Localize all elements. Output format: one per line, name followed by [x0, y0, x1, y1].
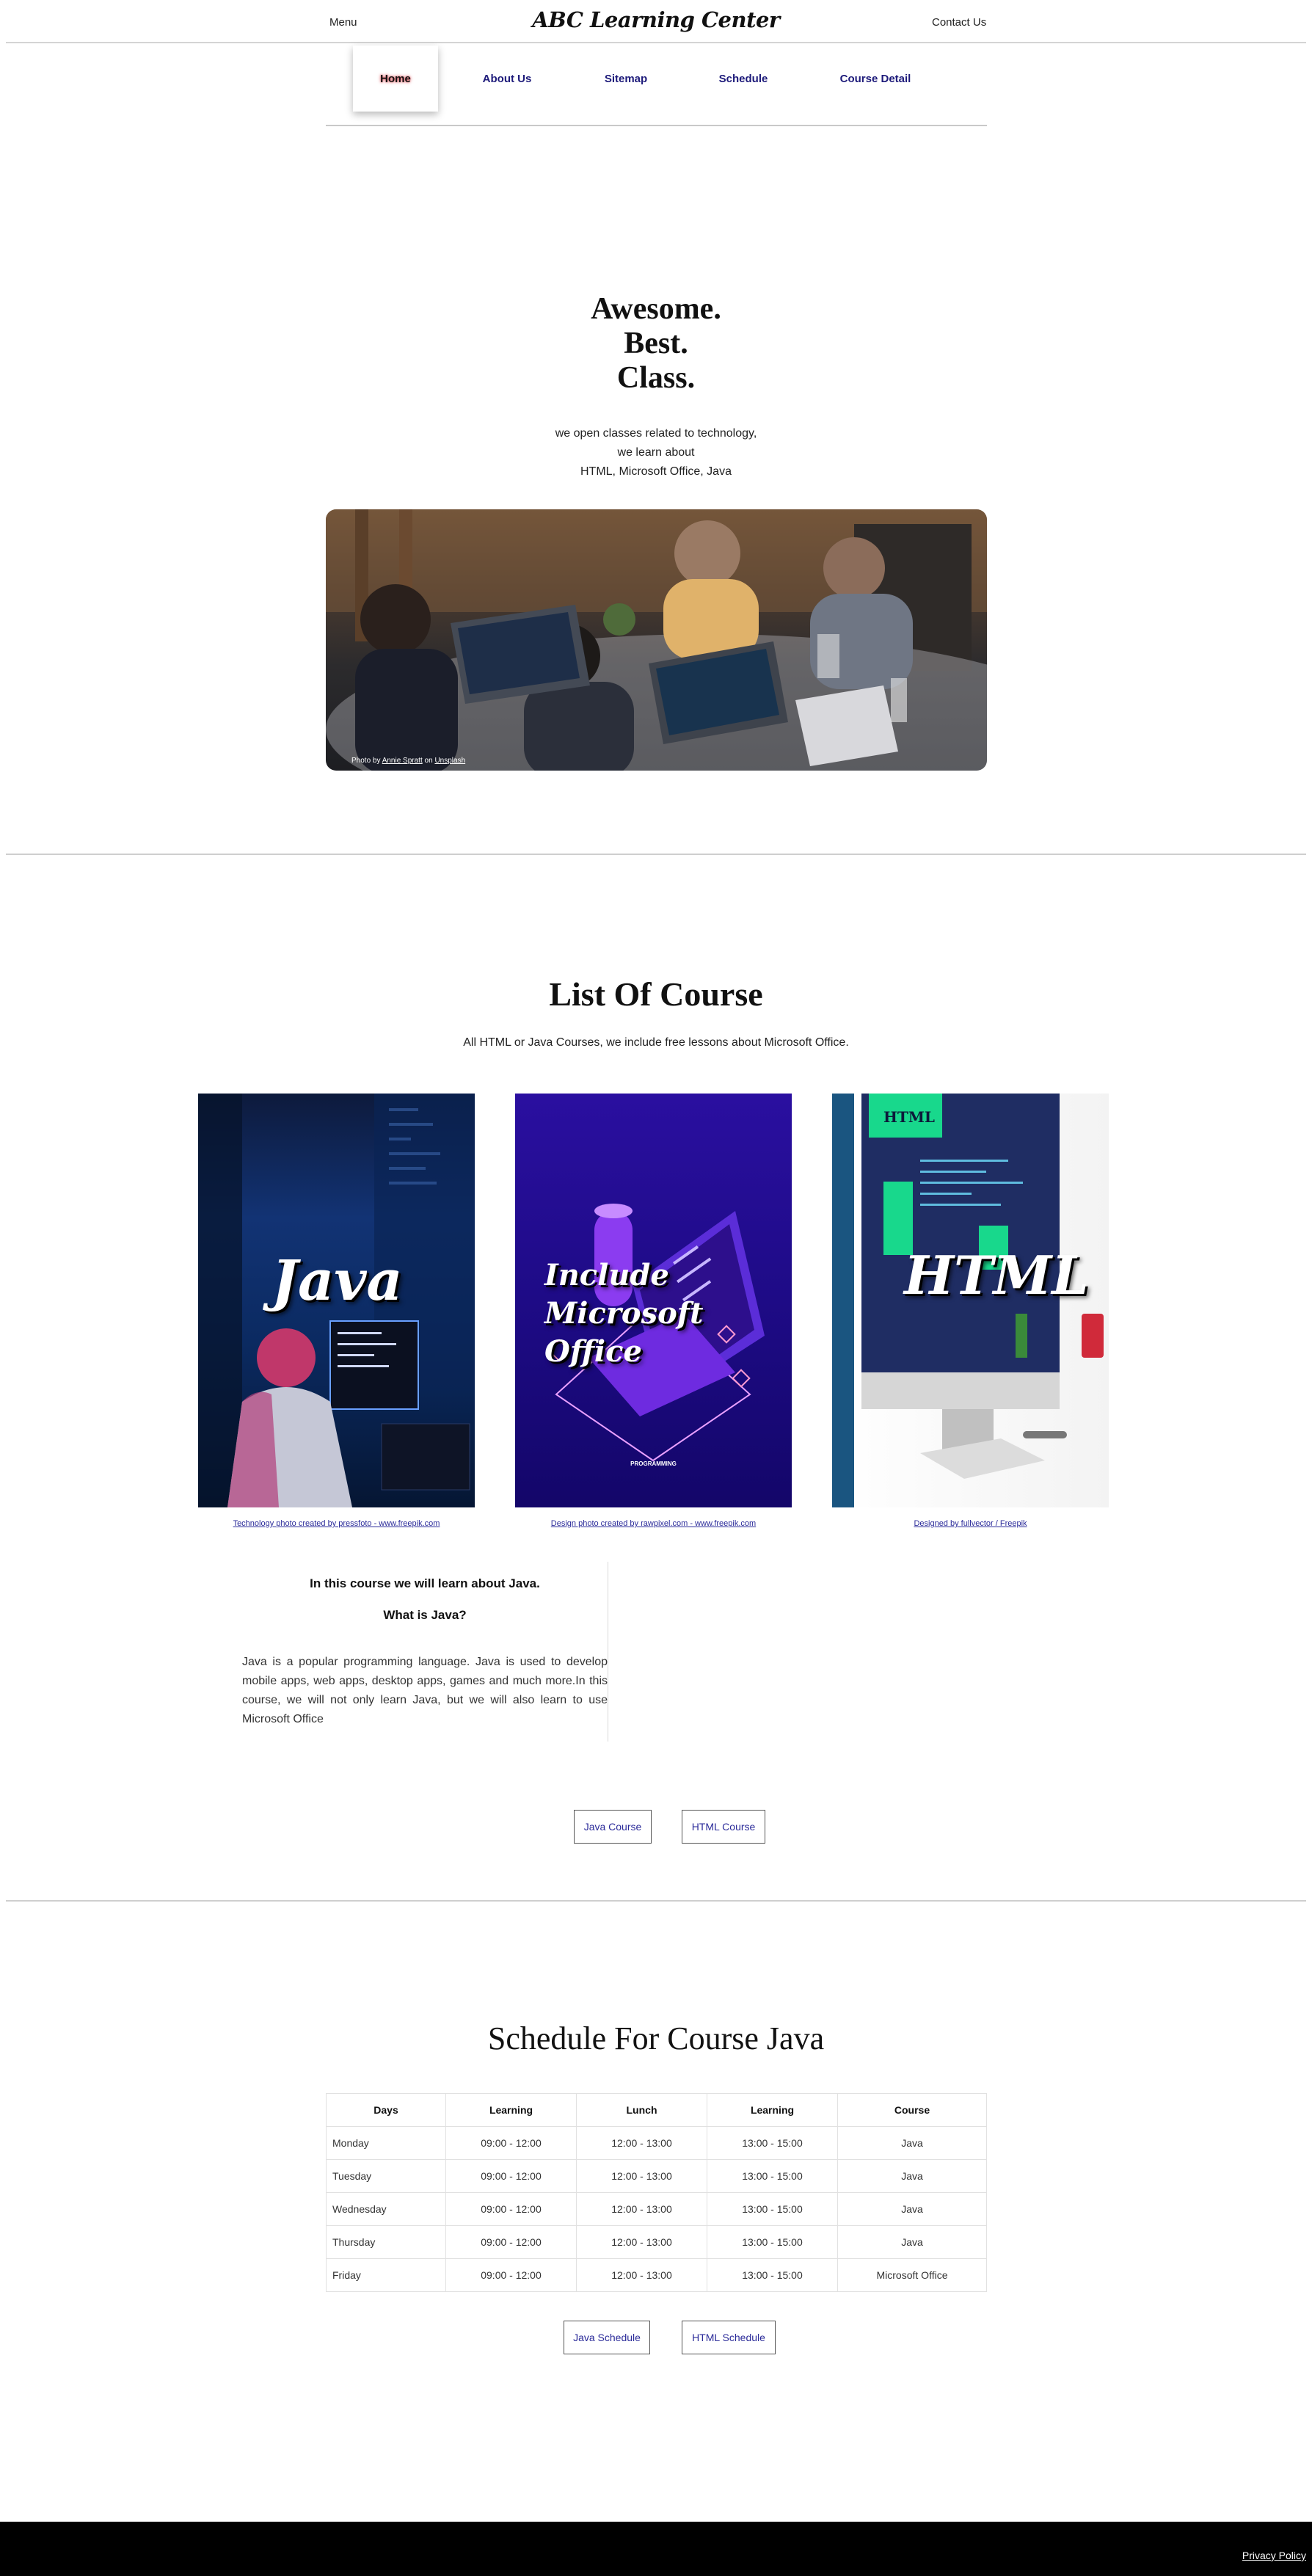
table-row: Tuesday 09:00 - 12:00 12:00 - 13:00 13:0… [326, 2159, 987, 2193]
classroom-illustration [326, 509, 987, 771]
table-cell: 13:00 - 15:00 [707, 2192, 838, 2226]
hero-sub-line: HTML, Microsoft Office, Java [580, 465, 732, 478]
html-screen-text: HTML [883, 1108, 935, 1126]
table-cell: 09:00 - 12:00 [445, 2126, 577, 2160]
table-cell: Wednesday [326, 2192, 446, 2226]
col-header-lunch: Lunch [576, 2093, 707, 2127]
table-cell: Tuesday [326, 2159, 446, 2193]
table-cell: Java [837, 2192, 987, 2226]
col-header-days: Days [326, 2093, 446, 2127]
privacy-policy-link[interactable]: Privacy Policy [1242, 2550, 1306, 2561]
schedule-header-row: Days Learning Lunch Learning Course [326, 2093, 987, 2127]
html-course-card[interactable]: HTML HTML [832, 1094, 1109, 1507]
office-course-card[interactable]: Include Microsoft Office PROGRAMMING [515, 1094, 792, 1507]
html-card-label: HTML [904, 1244, 1089, 1306]
about-text: Java is a popular programming language. … [242, 1656, 608, 1725]
table-cell: 09:00 - 12:00 [445, 2192, 577, 2226]
section-divider [6, 1900, 1306, 1902]
hero-title: Awesome. Best. Class. [0, 292, 1312, 396]
hero-title-line: Awesome. [591, 292, 721, 326]
course-about-panel: In this course we will learn about Java.… [242, 1562, 608, 1742]
nav-home[interactable]: Home [353, 46, 438, 112]
table-cell: 12:00 - 13:00 [576, 2159, 707, 2193]
office-label-line: Include [544, 1258, 669, 1292]
table-cell: 12:00 - 13:00 [576, 2126, 707, 2160]
hero-sub-line: we learn about [617, 446, 695, 459]
office-card-caption: PROGRAMMING [630, 1460, 677, 1467]
course-list-subtitle: All HTML or Java Courses, we include fre… [463, 1036, 849, 1049]
office-card-label: Include Microsoft Office [544, 1256, 792, 1371]
section-divider [6, 854, 1306, 855]
table-cell: 09:00 - 12:00 [445, 2258, 577, 2292]
java-schedule-button[interactable]: Java Schedule [564, 2321, 650, 2354]
top-bar: Menu ABC Learning Center Contact Us [0, 0, 1312, 43]
schedule-table: Days Learning Lunch Learning Course Mond… [326, 2093, 987, 2292]
hero-subtitle: we open classes related to technology, w… [0, 424, 1312, 481]
office-label-line: Microsoft Office [544, 1296, 704, 1369]
col-header-learning: Learning [707, 2093, 838, 2127]
office-image-credit[interactable]: Design photo created by rawpixel.com - w… [515, 1519, 792, 1528]
contact-us-link[interactable]: Contact Us [932, 16, 986, 29]
nav-sitemap[interactable]: Sitemap [587, 46, 665, 112]
about-question: What is Java? [383, 1608, 467, 1622]
schedule-title: Schedule For Course Java [487, 2020, 825, 2056]
table-cell: 12:00 - 13:00 [576, 2258, 707, 2292]
table-cell: Thursday [326, 2225, 446, 2259]
table-cell: 09:00 - 12:00 [445, 2159, 577, 2193]
photographer-link[interactable]: Annie Spratt [382, 757, 423, 765]
java-image-credit[interactable]: Technology photo created by pressfoto - … [198, 1519, 475, 1528]
table-cell: Java [837, 2159, 987, 2193]
hero-sub-line: we open classes related to technology, [555, 427, 757, 440]
html-image-credit[interactable]: Designed by fullvector / Freepik [832, 1519, 1109, 1528]
site-brand[interactable]: ABC Learning Center [0, 7, 1312, 32]
table-cell: Friday [326, 2258, 446, 2292]
nav-course-detail[interactable]: Course Detail [828, 46, 923, 112]
hero-title-line: Best. [624, 327, 688, 360]
top-divider [6, 42, 1306, 43]
table-cell: Microsoft Office [837, 2258, 987, 2292]
about-heading: In this course we will learn about Java. [310, 1576, 540, 1590]
table-cell: 13:00 - 15:00 [707, 2225, 838, 2259]
table-cell: 13:00 - 15:00 [707, 2126, 838, 2160]
hero-title-line: Class. [616, 361, 696, 395]
table-cell: Java [837, 2126, 987, 2160]
course-list-title: List Of Course [549, 975, 763, 1013]
nav-divider [326, 125, 987, 126]
table-row: Friday 09:00 - 12:00 12:00 - 13:00 13:00… [326, 2258, 987, 2292]
table-cell: 13:00 - 15:00 [707, 2159, 838, 2193]
table-cell: 13:00 - 15:00 [707, 2258, 838, 2292]
nav-home-label: Home [380, 72, 411, 85]
table-cell: Monday [326, 2126, 446, 2160]
java-card-label: Java [271, 1248, 403, 1313]
table-cell: 12:00 - 13:00 [576, 2192, 707, 2226]
html-schedule-button[interactable]: HTML Schedule [682, 2321, 776, 2354]
java-course-card[interactable]: Java [198, 1094, 475, 1507]
unsplash-link[interactable]: Unsplash [434, 757, 465, 765]
html-course-button[interactable]: HTML Course [682, 1810, 765, 1844]
col-header-learning: Learning [445, 2093, 577, 2127]
table-cell: Java [837, 2225, 987, 2259]
hero-classroom-photo: Photo by Annie Spratt on Unsplash [326, 509, 987, 771]
table-row: Thursday 09:00 - 12:00 12:00 - 13:00 13:… [326, 2225, 987, 2259]
hero-photo-credit: Photo by Annie Spratt on Unsplash [351, 757, 465, 765]
footer: Privacy Policy [0, 2522, 1312, 2576]
credit-mid: on [422, 757, 435, 765]
table-row: Monday 09:00 - 12:00 12:00 - 13:00 13:00… [326, 2126, 987, 2160]
java-course-button[interactable]: Java Course [574, 1810, 652, 1844]
table-row: Wednesday 09:00 - 12:00 12:00 - 13:00 13… [326, 2192, 987, 2226]
nav-about-us[interactable]: About Us [470, 46, 544, 112]
table-cell: 12:00 - 13:00 [576, 2225, 707, 2259]
nav-schedule[interactable]: Schedule [704, 46, 782, 112]
credit-prefix: Photo by [351, 757, 382, 765]
table-cell: 09:00 - 12:00 [445, 2225, 577, 2259]
col-header-course: Course [837, 2093, 987, 2127]
